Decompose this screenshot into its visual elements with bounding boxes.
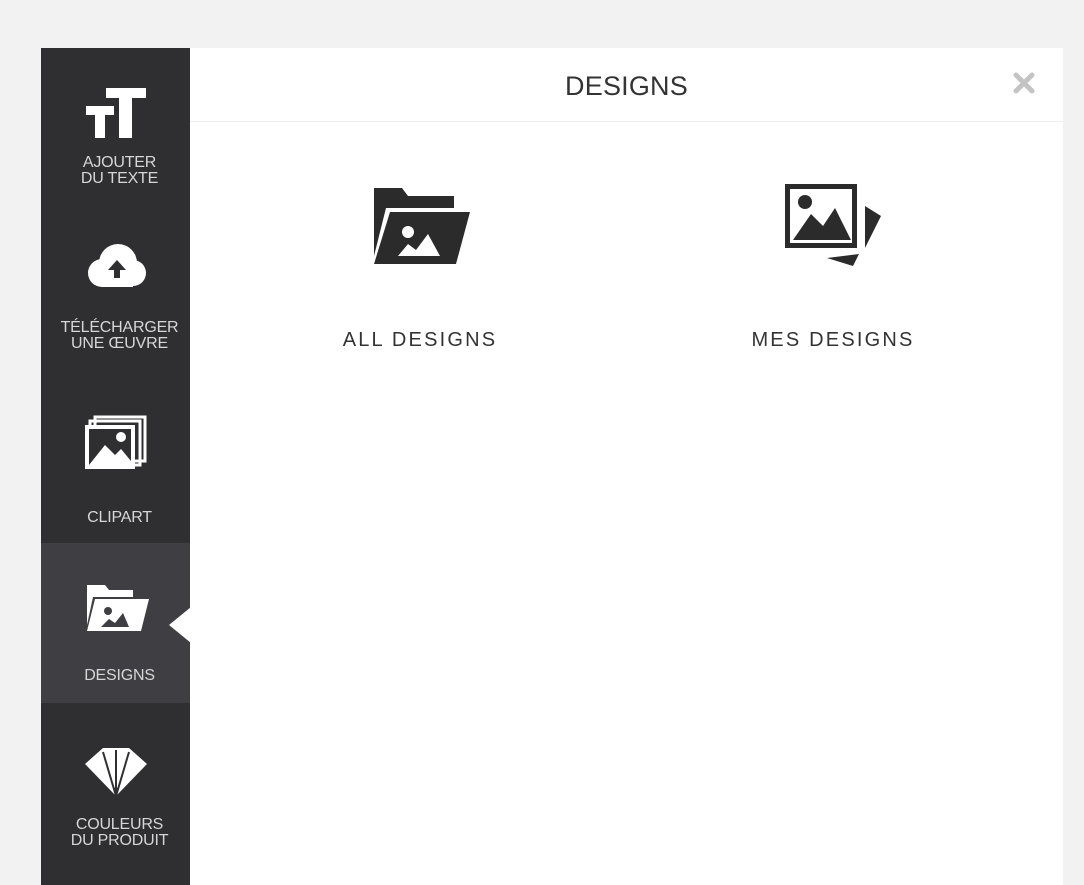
sidebar-item-product-colors[interactable]: COULEURS DU PRODUIT xyxy=(41,703,190,885)
sidebar-item-upload-artwork[interactable]: TÉLÉCHARGER UNE ŒUVRE xyxy=(41,223,190,403)
clipart-images-icon xyxy=(84,415,146,469)
sidebar-item-label: TÉLÉCHARGER UNE ŒUVRE xyxy=(60,319,179,352)
cloud-upload-icon xyxy=(87,244,146,287)
my-images-icon xyxy=(785,184,881,266)
designs-panel: DESIGNS ALL DESIGNS MES DESIGNS xyxy=(190,48,1063,885)
my-designs-option[interactable]: MES DESIGNS xyxy=(713,168,953,368)
sidebar-item-label: CLIPART xyxy=(87,509,152,526)
all-designs-option[interactable]: ALL DESIGNS xyxy=(300,168,540,368)
folder-image-icon xyxy=(374,188,470,264)
sidebar-item-label: DESIGNS xyxy=(84,667,155,684)
panel-header: DESIGNS xyxy=(190,48,1063,122)
option-label: ALL DESIGNS xyxy=(342,329,498,351)
sidebar-item-add-text[interactable]: AJOUTER DU TEXTE xyxy=(41,48,190,223)
folder-image-icon xyxy=(86,585,149,631)
option-label: MES DESIGNS xyxy=(751,329,915,351)
color-swatches-icon xyxy=(84,748,147,797)
text-size-icon xyxy=(85,88,146,138)
panel-title: DESIGNS xyxy=(565,71,688,101)
sidebar-item-label: AJOUTER DU TEXTE xyxy=(80,154,159,187)
active-pointer xyxy=(169,607,191,643)
sidebar-item-clipart[interactable]: CLIPART xyxy=(41,403,190,543)
close-icon[interactable] xyxy=(1011,70,1037,96)
sidebar-item-label: COULEURS DU PRODUIT xyxy=(70,816,169,849)
sidebar-nav: AJOUTER DU TEXTE TÉLÉCHARGER UNE ŒUVRE C… xyxy=(41,48,191,885)
sidebar-item-designs[interactable]: DESIGNS xyxy=(41,543,191,703)
